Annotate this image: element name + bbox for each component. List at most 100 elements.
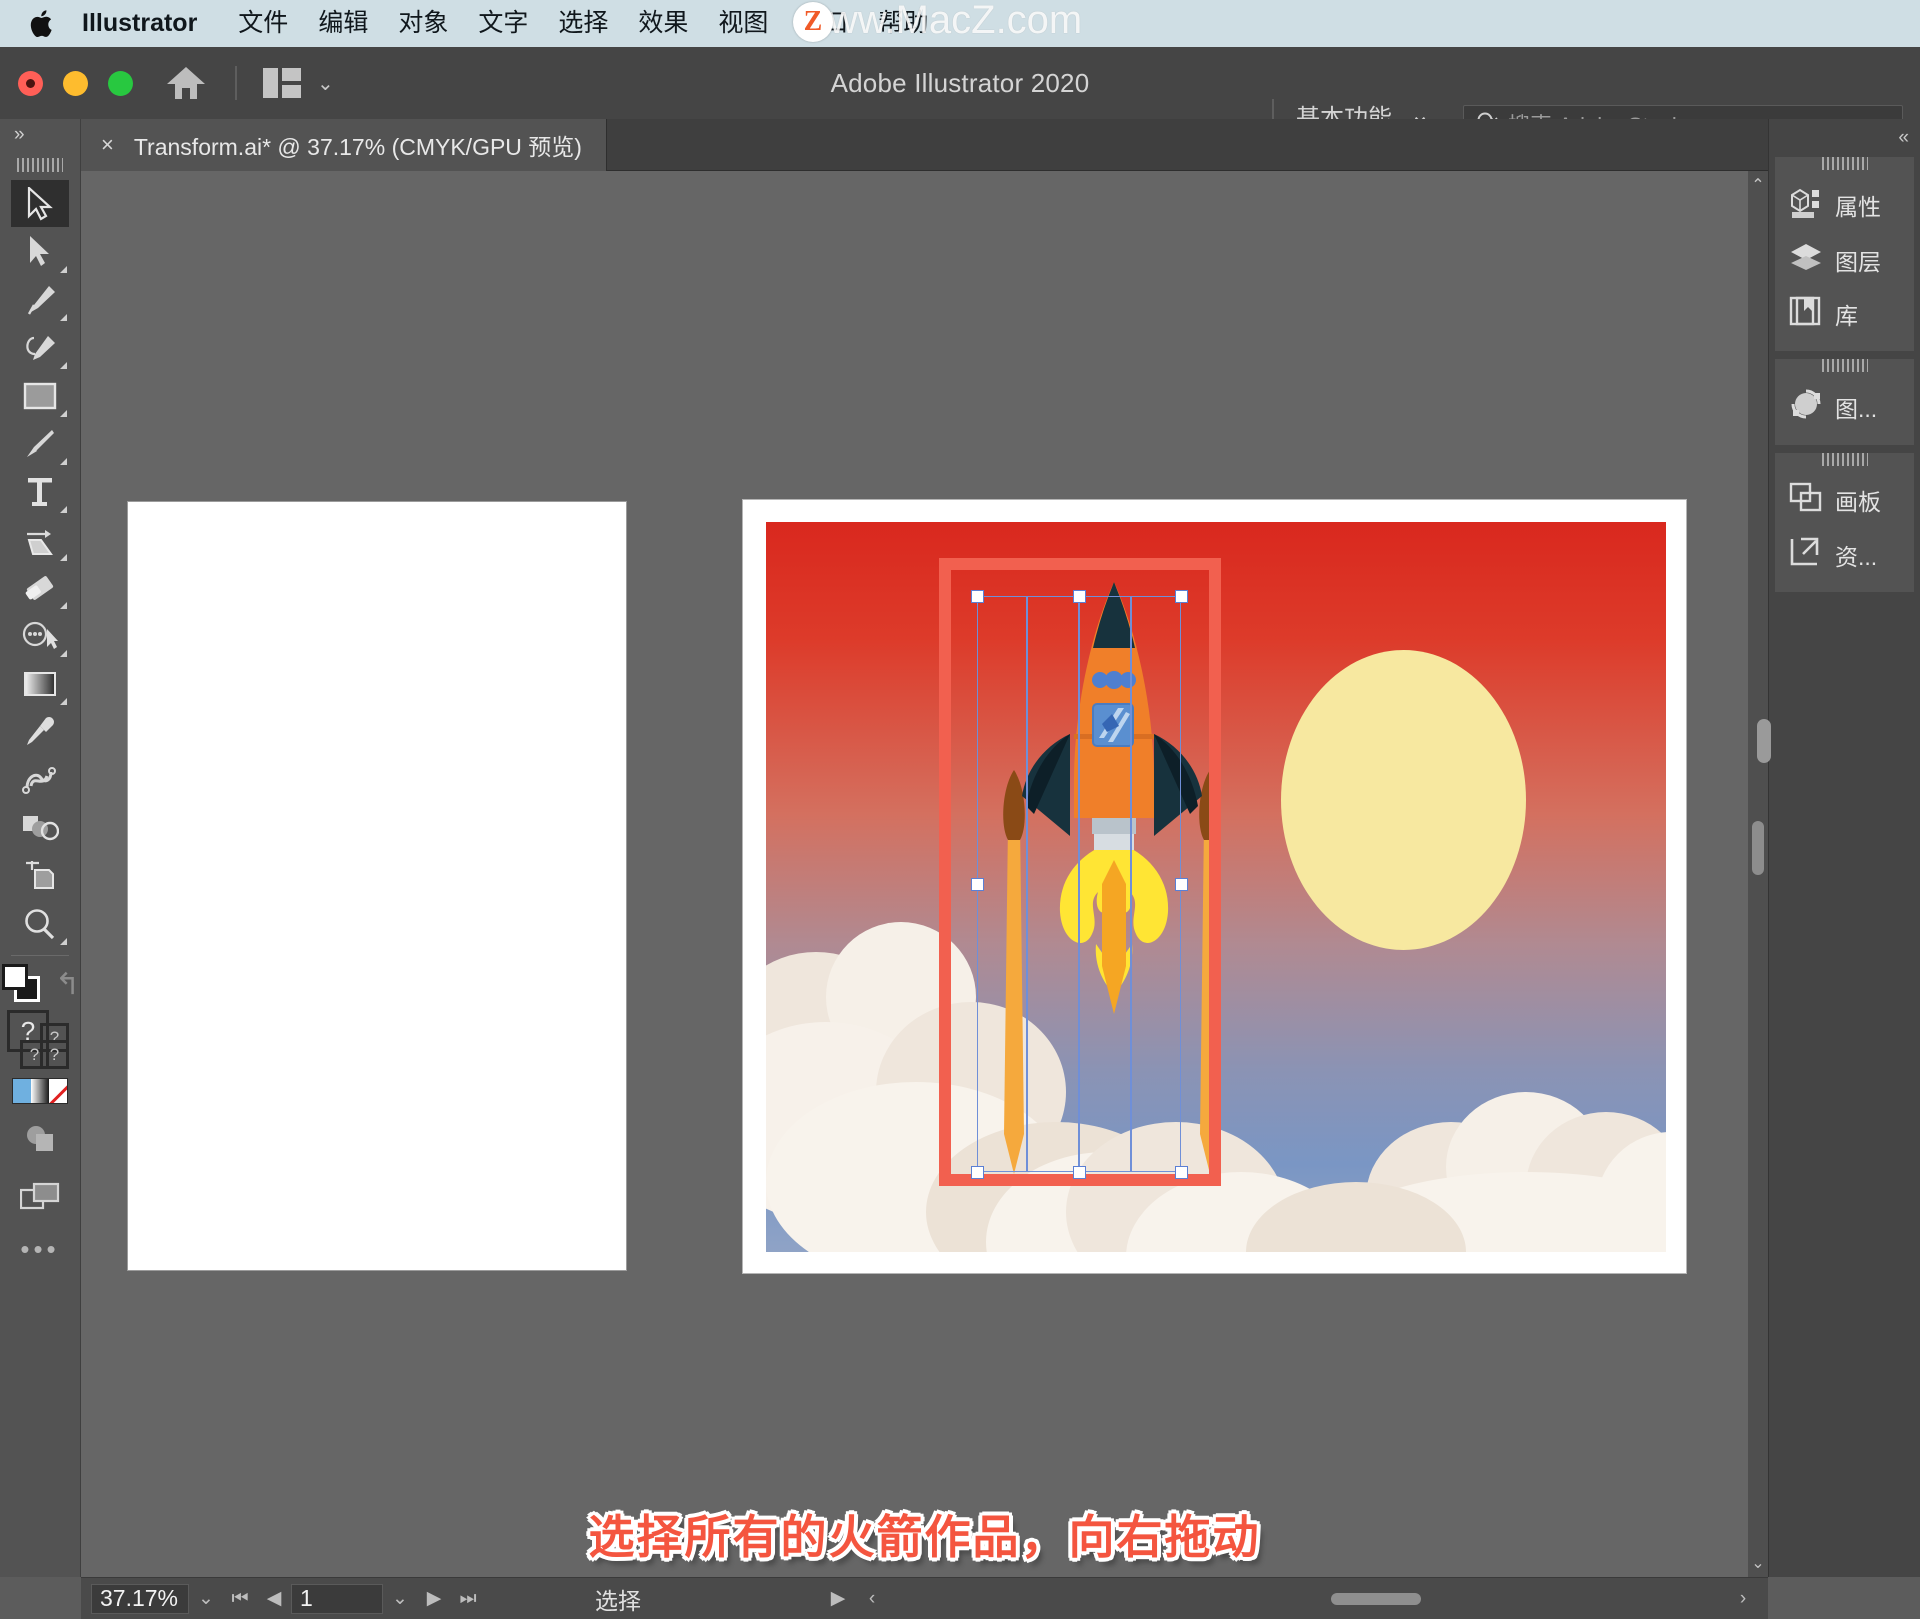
dock-scrollbar-thumb[interactable] [1757,719,1771,763]
artboard-chevron-down-icon[interactable]: ⌄ [383,1584,417,1614]
curvature-tool[interactable] [11,324,69,371]
selection-handle-bottom-center[interactable] [1073,1166,1086,1179]
tool-more-indicator [60,314,67,321]
ellipsis-icon[interactable]: ••• [0,1234,80,1265]
selection-guide-line [1130,597,1132,1171]
panel-group-1: 属性 图层 库 [1775,157,1914,351]
zoom-level-input[interactable]: 37.17% [91,1584,189,1614]
status-text[interactable]: 选择 [595,1584,641,1614]
panel-drag-handle[interactable] [1822,359,1868,372]
panel-group-2: 图... [1775,359,1914,445]
menu-item-edit[interactable]: 编辑 [303,0,383,47]
menu-app-name[interactable]: Illustrator [82,0,223,47]
selection-handle-top-center[interactable] [1073,590,1086,603]
tool-more-indicator [60,266,67,273]
caption-text: 选择所有的火箭作品，向右拖动 [81,1501,1768,1567]
sun-circle [1281,650,1526,950]
menu-item-view[interactable]: 视图 [703,0,783,47]
panel-item-graphic-styles[interactable]: 图... [1775,378,1914,435]
fill-swatch[interactable] [2,964,28,990]
panel-collapse-button[interactable]: « [1769,119,1920,149]
menu-item-object[interactable]: 对象 [383,0,463,47]
selection-bounding-box[interactable] [977,596,1181,1172]
unknown-mark-3: ? [40,1040,69,1069]
selection-handle-top-left[interactable] [971,590,984,603]
selection-handle-mid-right[interactable] [1175,878,1188,891]
color-swatch-button[interactable] [13,1079,31,1103]
horizontal-scrollbar-thumb[interactable] [1331,1593,1421,1605]
document-tab-title: Transform.ai* @ 37.17% (CMYK/GPU 预览) [134,128,582,162]
gradient-tool[interactable] [11,660,69,707]
selection-handle-bottom-left[interactable] [971,1166,984,1179]
panel-item-asset-export[interactable]: 资... [1775,527,1914,582]
eyedropper-tool[interactable] [11,708,69,755]
scale-tool[interactable] [11,612,69,659]
selection-handle-top-right[interactable] [1175,590,1188,603]
pen-tool[interactable] [11,276,69,323]
paintbrush-tool[interactable] [11,420,69,467]
artboard-tool[interactable] [11,852,69,899]
status-chevron-left-icon[interactable]: ‹ [855,1584,889,1614]
menu-item-file[interactable]: 文件 [223,0,303,47]
panel-item-artboards[interactable]: 画板 [1775,472,1914,527]
menu-item-help[interactable]: 帮助 [863,0,943,47]
panel-item-libraries[interactable]: 库 [1775,286,1914,341]
canvas-vertical-scrollbar[interactable]: ⌃ ⌄ [1748,171,1768,1577]
toolbar-drag-handle[interactable] [17,158,63,172]
tool-more-indicator [60,410,67,417]
tool-more-indicator [60,506,67,513]
zoom-chevron-down-icon[interactable]: ⌄ [189,1584,223,1614]
fill-stroke-swatches[interactable] [0,964,41,1004]
tool-more-indicator [60,698,67,705]
artwork-artboard[interactable] [742,499,1687,1274]
screen-mode-icon[interactable] [11,1173,69,1220]
rectangle-tool[interactable] [11,372,69,419]
gradient-swatch-button[interactable] [31,1079,49,1103]
selection-tool[interactable] [11,180,69,227]
blend-tool[interactable] [11,756,69,803]
eraser-tool[interactable] [11,564,69,611]
artboards-icon [1789,481,1823,518]
draw-normal-icon[interactable] [11,1114,69,1161]
scroll-right-icon[interactable]: › [1726,1584,1760,1614]
empty-artboard[interactable] [127,501,627,1271]
selection-handle-mid-left[interactable] [971,878,984,891]
type-tool[interactable] [11,468,69,515]
prev-artboard-icon[interactable]: ◀ [257,1584,291,1614]
panel-drag-handle[interactable] [1822,453,1868,466]
document-tab[interactable]: × Transform.ai* @ 37.17% (CMYK/GPU 预览) [81,119,607,171]
app-title: Adobe Illustrator 2020 [0,68,1920,99]
canvas-area[interactable]: ⌃ ⌄ 选择所有的火箭作品，向右拖动 [81,171,1768,1577]
first-artboard-icon[interactable]: ⏮ [223,1584,257,1614]
status-play-icon[interactable]: ▶ [821,1584,855,1614]
free-transform-tool[interactable] [11,516,69,563]
artboard-number-input[interactable]: 1 [291,1584,383,1614]
shape-builder-tool[interactable] [11,804,69,851]
direct-selection-tool[interactable] [11,228,69,275]
tool-more-indicator [60,458,67,465]
selection-guide-line [1026,597,1028,1171]
scrollbar-thumb[interactable] [1752,821,1764,875]
panel-item-label: 图层 [1835,243,1881,277]
panel-item-properties[interactable]: 属性 [1775,176,1914,233]
none-swatch-button[interactable] [49,1079,67,1103]
apple-logo-icon[interactable] [28,9,54,39]
selection-handle-bottom-right[interactable] [1175,1166,1188,1179]
menu-item-effect[interactable]: 效果 [623,0,703,47]
panel-group-3: 画板 资... [1775,453,1914,592]
scroll-up-icon[interactable]: ⌃ [1748,175,1768,195]
panel-drag-handle[interactable] [1822,157,1868,170]
revert-arrow-icon[interactable]: ↰ [55,967,80,1002]
libraries-icon [1789,295,1823,332]
menu-item-type[interactable]: 文字 [463,0,543,47]
toolbar-section-divider [11,955,69,956]
last-artboard-icon[interactable]: ⏭ [451,1584,485,1614]
close-icon[interactable]: × [101,132,114,158]
next-artboard-icon[interactable]: ▶ [417,1584,451,1614]
zoom-tool[interactable] [11,900,69,947]
panel-item-label: 图... [1835,390,1877,424]
panel-item-layers[interactable]: 图层 [1775,233,1914,286]
menu-item-select[interactable]: 选择 [543,0,623,47]
panel-item-label: 资... [1835,538,1877,572]
toolbar-expand-button[interactable]: » [0,119,80,146]
